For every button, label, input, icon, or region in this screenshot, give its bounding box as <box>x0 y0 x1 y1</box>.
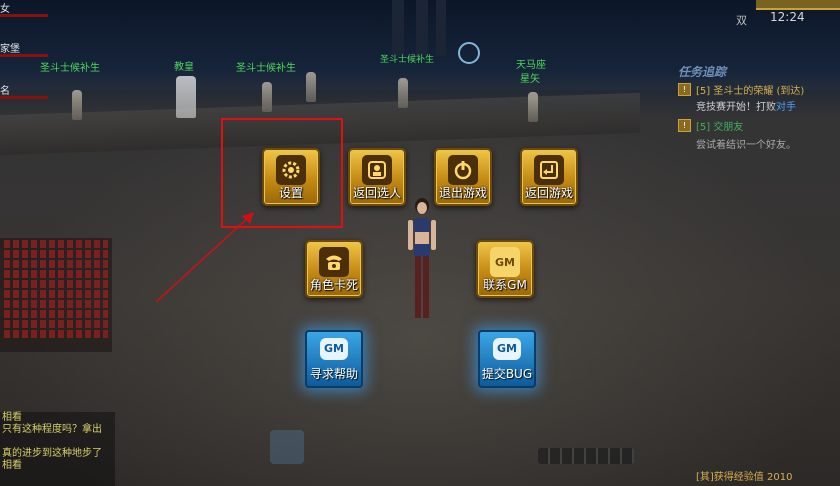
quest-desc-text: 竞技赛开始！打败 <box>696 102 776 113</box>
system-chat-panel <box>0 238 112 352</box>
back-to-select-button[interactable]: 返回选人 <box>348 148 406 206</box>
chat-line-garbled <box>4 260 108 268</box>
npc-label: 星矢 <box>520 74 540 85</box>
power-icon <box>448 155 478 185</box>
hp-bar <box>0 96 48 99</box>
chat-line: 只有这种程度吗？拿出 <box>2 424 102 435</box>
stuck-button[interactable]: 角色卡死 <box>305 240 363 298</box>
chat-line-garbled <box>4 310 108 318</box>
settings-button[interactable]: 设置 <box>262 148 320 206</box>
flask-icon[interactable] <box>458 42 480 64</box>
party-name: 家堡 <box>0 44 20 55</box>
chat-line-garbled <box>4 280 108 288</box>
npc-label: 圣斗士候补生 <box>40 63 100 74</box>
quest-name[interactable]: [5] 交朋友 <box>696 118 743 133</box>
return-icon <box>534 155 564 185</box>
return-game-label: 返回游戏 <box>524 186 573 200</box>
party-name: 名 <box>0 86 10 97</box>
minimap-frame[interactable] <box>756 0 840 10</box>
npc-figure[interactable] <box>528 92 538 122</box>
chat-line-garbled <box>4 330 108 338</box>
settings-label: 设置 <box>278 186 303 200</box>
skill-bar[interactable] <box>538 448 634 464</box>
temple-pillar <box>436 0 446 56</box>
npc-label: 圣斗士候补生 <box>380 55 435 65</box>
chat-line <box>0 436 115 448</box>
chat-line-garbled <box>4 270 108 278</box>
submit-bug-button[interactable]: GM 提交BUG <box>478 330 536 388</box>
channel-indicator: 双 <box>736 14 747 27</box>
chat-line-garbled <box>4 290 108 298</box>
gear-icon <box>276 155 306 185</box>
npc-label: 圣斗士候补生 <box>236 63 296 74</box>
player-character[interactable] <box>404 196 440 326</box>
player-name: 女 <box>0 4 10 15</box>
chat-line: 相看 <box>2 412 22 423</box>
quest-target-link[interactable]: 对手 <box>776 102 796 113</box>
annotation-arrow <box>155 212 254 303</box>
submit-bug-label: 提交BUG <box>481 367 533 381</box>
exit-game-label: 退出游戏 <box>438 186 487 200</box>
chat-line-garbled <box>4 320 108 328</box>
temple-pillar <box>392 0 404 56</box>
gm-help-icon: GM <box>320 338 348 360</box>
gm-bug-icon: GM <box>493 338 521 360</box>
quest-icon: ! <box>678 119 691 132</box>
npc-figure[interactable] <box>306 72 316 102</box>
temple-pillar <box>416 0 428 56</box>
contact-gm-label: 联系GM <box>483 278 527 292</box>
gm-chat-icon: GM <box>490 247 520 277</box>
game-clock: 12:24 <box>770 10 805 24</box>
contact-gm-button[interactable]: GM 联系GM <box>476 240 534 298</box>
hp-bar <box>0 14 48 17</box>
npc-label: 教皇 <box>174 62 194 73</box>
chat-line-garbled <box>4 240 108 248</box>
npc-figure[interactable] <box>72 90 82 120</box>
chat-line-garbled <box>4 300 108 308</box>
chat-line: 真的进步到这种地步了 <box>2 448 102 459</box>
hp-bar <box>0 54 48 57</box>
npc-figure[interactable] <box>262 82 272 112</box>
chat-line-garbled <box>4 250 108 258</box>
npc-label: 天马座 <box>516 60 546 71</box>
quest-name[interactable]: [5] 圣斗士的荣耀 (到达) <box>696 82 804 97</box>
quest-desc: 尝试着结识一个好友。 <box>696 140 796 151</box>
shortcut-slot[interactable] <box>270 430 304 464</box>
quest-tracker-title: 任务追踪 <box>678 65 727 79</box>
back-to-select-label: 返回选人 <box>352 186 401 200</box>
exit-game-button[interactable]: 退出游戏 <box>434 148 492 206</box>
return-game-button[interactable]: 返回游戏 <box>520 148 578 206</box>
stuck-label: 角色卡死 <box>309 278 358 292</box>
npc-figure[interactable] <box>176 76 196 118</box>
npc-figure[interactable] <box>398 78 408 108</box>
phone-icon <box>319 247 349 277</box>
chat-panel[interactable]: 相看 只有这种程度吗？拿出 真的进步到这种地步了 相看 <box>0 412 115 486</box>
gm-badge-text: GM <box>495 255 515 269</box>
character-select-icon <box>362 155 392 185</box>
seek-help-label: 寻求帮助 <box>309 367 358 381</box>
exp-message: [其]获得经验值 2010 <box>696 472 793 483</box>
seek-help-button[interactable]: GM 寻求帮助 <box>305 330 363 388</box>
quest-desc: 竞技赛开始！打败对手 <box>696 98 796 113</box>
quest-icon: ! <box>678 83 691 96</box>
chat-line: 相看 <box>2 460 22 471</box>
